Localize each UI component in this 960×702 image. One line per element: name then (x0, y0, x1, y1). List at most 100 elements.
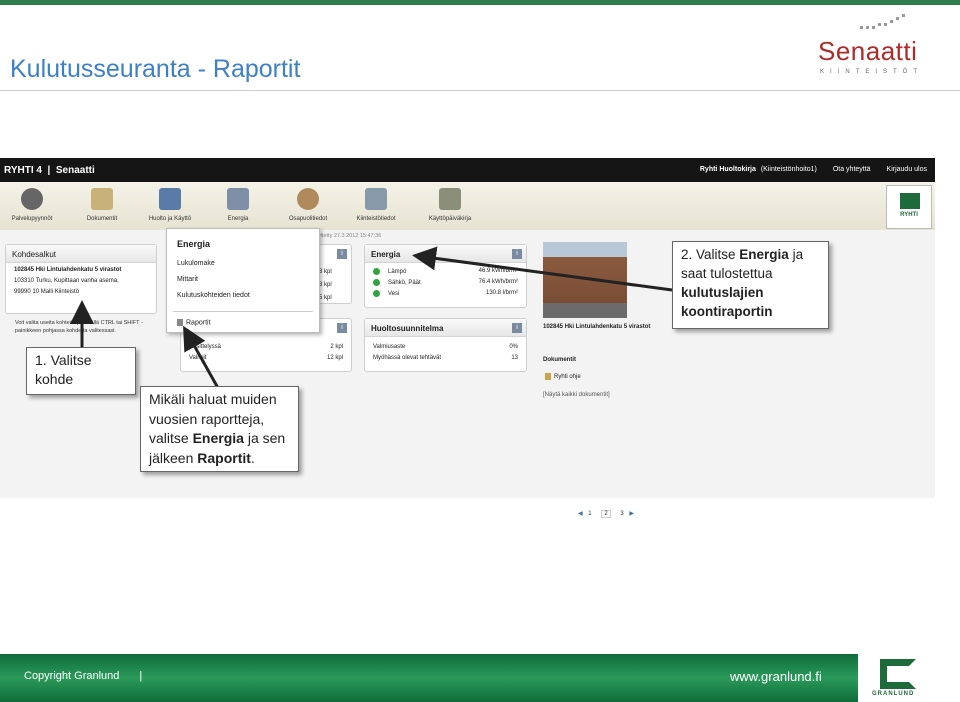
toolbar-label: Palvelupyynnöt (11, 216, 53, 222)
energia-panel-header: Energia (365, 245, 526, 263)
logo-word: Senaatti (818, 36, 918, 66)
pager: ◀ 1 2 3 ▶ (578, 510, 634, 518)
callout-bold: Energia (739, 247, 789, 262)
logout-link[interactable]: Kirjaudu ulos (887, 166, 927, 173)
info-icon[interactable]: i (512, 323, 522, 333)
toolbar-label: Kiinteistötiedot (356, 216, 396, 222)
ryhti-badge[interactable]: RYHTI (886, 185, 932, 229)
status-green-icon (373, 279, 380, 286)
menu-divider (173, 311, 313, 312)
callout-step-3: Mikäli haluat muiden vuosien raportteja,… (140, 386, 299, 472)
ryhti-badge-label: RYHTI (900, 212, 918, 218)
toolbar-dokumentit[interactable]: Dokumentit (72, 188, 132, 222)
callout-bold: kulutuslajien koontiraportin (681, 285, 773, 319)
footer-separator: | (139, 670, 143, 682)
row-label: Valmiusaste (373, 344, 406, 350)
callout-bold: Energia (192, 430, 244, 446)
kohdesalkut-header: Kohdesalkut (6, 245, 156, 263)
menu-item-mittarit[interactable]: Mittarit (177, 276, 198, 283)
footer-url[interactable]: www.granlund.fi (730, 669, 822, 684)
app-user-links: Ryhti Huoltokirja (Kiinteistönhoito1) Ot… (686, 166, 927, 173)
huolto-row: Valmiusaste 0% (365, 344, 526, 355)
toolbar-osapuolitiedot[interactable]: Osapuolitiedot (278, 188, 338, 222)
toolbar-huolto[interactable]: Huolto ja Käyttö (140, 188, 200, 222)
callout-text: 1. Valitse (35, 352, 92, 368)
count-value: 3 kpl (319, 282, 332, 288)
document-icon (545, 373, 551, 380)
page-link[interactable]: 3 (620, 511, 623, 517)
granlund-g-icon (880, 659, 916, 689)
row-label: Valmiit (189, 355, 207, 361)
row-value: 0% (509, 344, 518, 350)
prev-arrow-icon[interactable]: ◀ (578, 511, 583, 517)
book-icon (439, 188, 461, 210)
toolbar-label: Käyttöpäiväkirja (428, 216, 472, 222)
copyright-text: Copyright Granlund (24, 670, 120, 682)
chart-icon (227, 188, 249, 210)
menu-item-label: Raportit (186, 319, 211, 327)
toolbar-kiinteistotiedot[interactable]: Kiinteistötiedot (346, 188, 406, 222)
page-link[interactable]: 2 (601, 510, 611, 518)
energia-row: Sähkö, Päät 76.4 kWh/brm² (365, 279, 526, 290)
menu-item-lukulomake[interactable]: Lukulomake (177, 260, 215, 267)
footer-copyright: Copyright Granlund | (24, 670, 142, 682)
toolbar-label: Huolto ja Käyttö (148, 216, 192, 222)
energia-row: Vesi 130.8 l/brm² (365, 290, 526, 301)
kohdesalkut-title: Kohdesalkut (12, 250, 57, 259)
title-divider (0, 90, 960, 91)
info-icon[interactable]: i (337, 323, 347, 333)
folder-icon (91, 188, 113, 210)
energia-dropdown-menu: Energia Lukulomake Mittarit Kulutuskohte… (166, 228, 320, 333)
granlund-logo-text: GRANLUND (872, 691, 915, 697)
kohde-label: 102845 Hki Lintulahdenkatu 5 virastot (14, 267, 122, 273)
app-top-nav: RYHTI 4 | Senaatti Ryhti Huoltokirja (Ki… (0, 158, 935, 182)
kohdesalkut-panel: Kohdesalkut 102845 Hki Lintulahdenkatu 5… (5, 244, 157, 314)
pending-row: Valmiit 12 kpl (181, 355, 351, 366)
document-item[interactable]: Ryhti ohje (545, 373, 581, 380)
pending-row: Käsittelyssä 2 kpl (181, 344, 351, 355)
row-label: Käsittelyssä (189, 344, 222, 350)
toolbar-palvelupyynnot[interactable]: Palvelupyynnöt (2, 188, 62, 222)
tools-icon (159, 188, 181, 210)
info-icon[interactable]: i (512, 249, 522, 259)
energia-row: Lämpö 46.9 kWh/brm² (365, 268, 526, 279)
kohdesalkut-hint: Voit valita useita kohteita pitämällä CT… (15, 320, 143, 334)
huolto-panel-header: Huoltosuunnitelma (365, 319, 526, 337)
row-value: 2 kpl (330, 344, 343, 350)
status-green-icon (373, 290, 380, 297)
building-icon (365, 188, 387, 210)
huolto-panel: Huoltosuunnitelma i Valmiusaste 0% Myöhäs… (364, 318, 527, 372)
show-all-documents-link[interactable]: [Näytä kaikki dokumentit] (543, 392, 610, 398)
kohde-label: 99990 10 Malli Kiinteistö (14, 289, 80, 295)
menu-item-kulutuskohteet[interactable]: Kulutuskohteiden tiedot (177, 292, 250, 299)
kohde-item[interactable]: 99990 10 Malli Kiinteistö (6, 289, 156, 300)
toolbar-label: Dokumentit (86, 216, 118, 222)
footer: Copyright Granlund | www.granlund.fi GRAN… (0, 654, 960, 702)
kohde-item[interactable]: 102845 Hki Lintulahdenkatu 5 virastot (6, 267, 156, 278)
phone-icon (21, 188, 43, 210)
page-link[interactable]: 1 (588, 511, 591, 517)
count-value: 3 kpl (319, 269, 332, 275)
toolbar-kayttopaivakirja[interactable]: Käyttöpäiväkirja (420, 188, 480, 222)
next-arrow-icon[interactable]: ▶ (629, 511, 634, 517)
huolto-panel-title: Huoltosuunnitelma (371, 324, 444, 333)
row-label: Lämpö (388, 269, 407, 276)
row-value: 13 (511, 355, 518, 361)
info-icon[interactable]: i (337, 249, 347, 259)
row-label: Myöhässä olevat tehtävät (373, 355, 442, 361)
menu-item-raportit[interactable]: Raportit (177, 319, 211, 326)
row-value: 12 kpl (326, 355, 343, 361)
kohde-label: 103310 Turku, Kupittaan vanha asema, (14, 278, 119, 284)
senaatti-logo: Senaatti KIINTEISTÖT (818, 14, 943, 84)
document-label: Ryhti ohje (554, 374, 581, 381)
user-role-link[interactable]: (Kiinteistönhoito1) (761, 166, 817, 173)
energia-panel-title: Energia (371, 250, 401, 259)
kohde-item[interactable]: 103310 Turku, Kupittaan vanha asema, (6, 278, 156, 289)
contact-link[interactable]: Ota yhteyttä (833, 166, 871, 173)
toolbar-label: Osapuolitiedot (288, 216, 328, 222)
toolbar-energia[interactable]: Energia (208, 188, 268, 222)
status-green-icon (373, 268, 380, 275)
count-value: 5 kpl (319, 295, 332, 301)
granlund-logo: GRANLUND (858, 654, 960, 702)
report-icon (177, 319, 183, 326)
